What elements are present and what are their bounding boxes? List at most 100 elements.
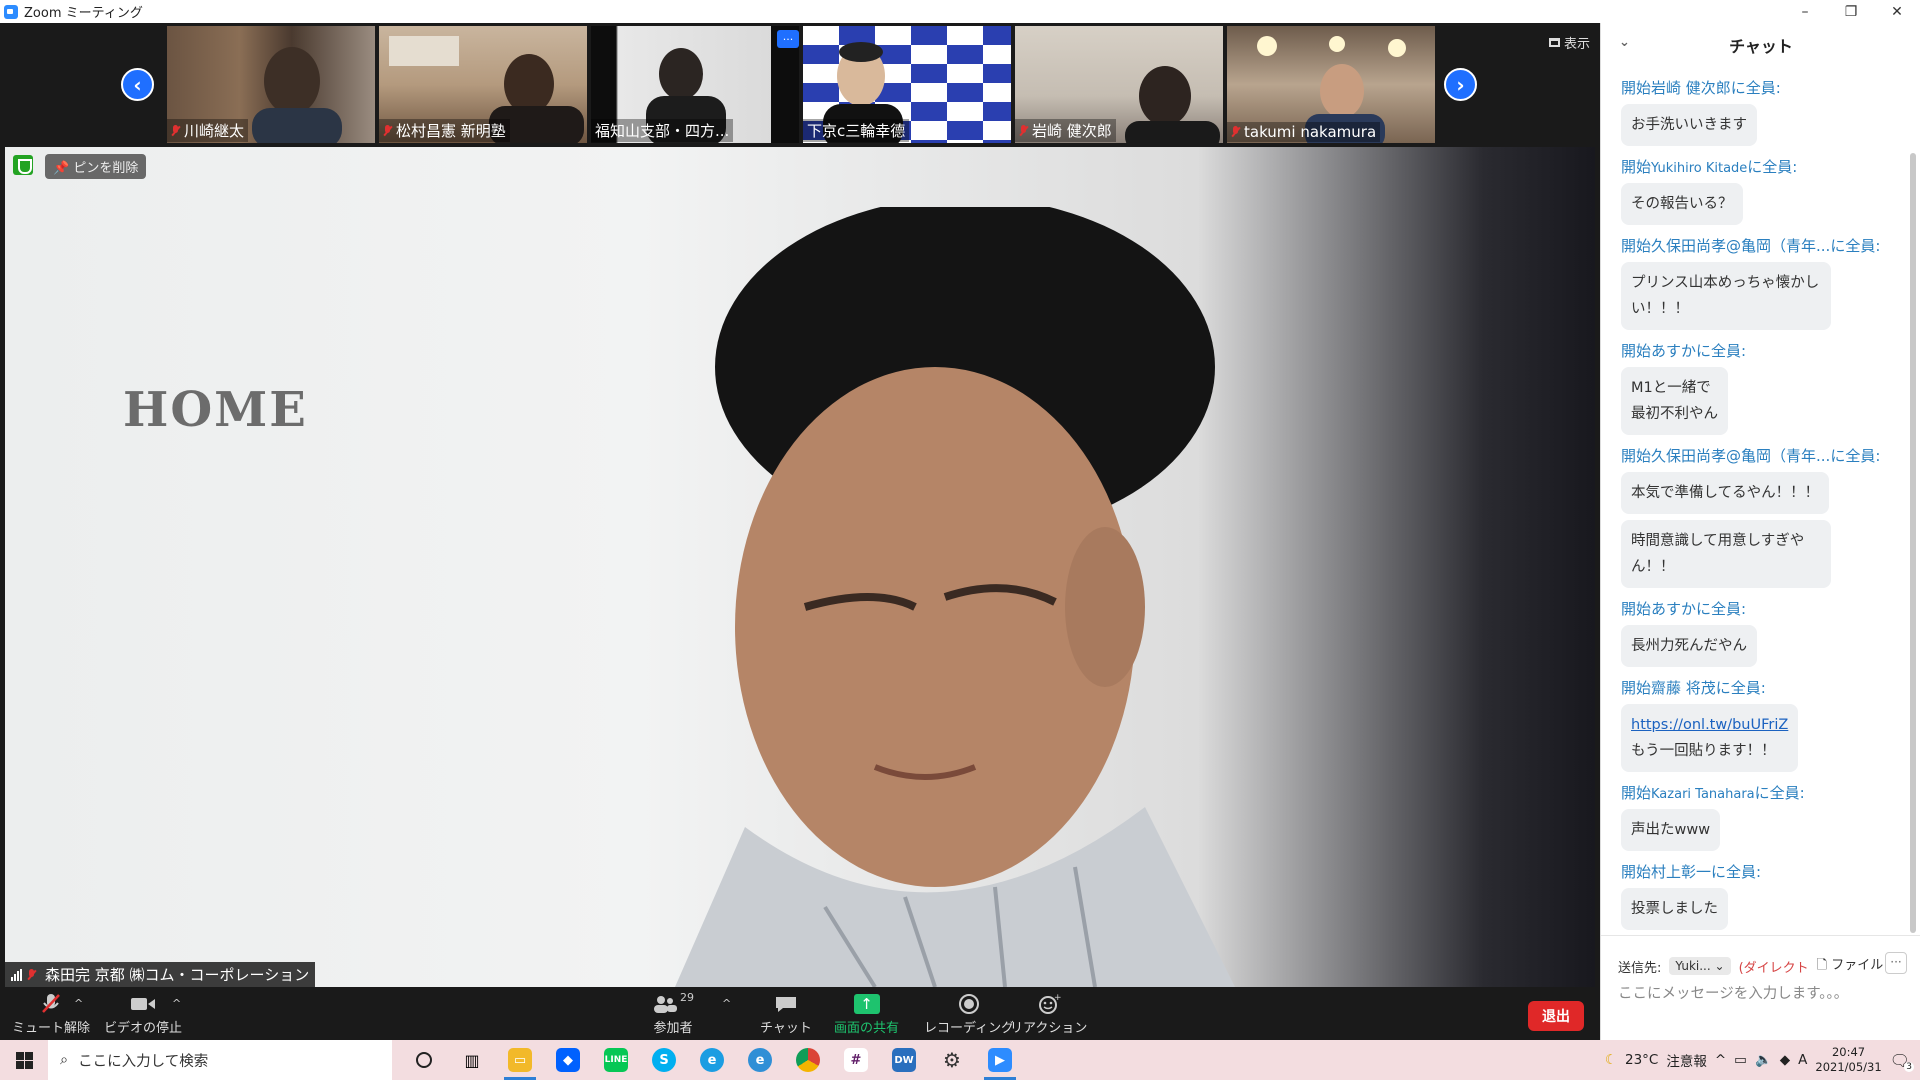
weather-temperature[interactable]: 23°C [1625,1052,1658,1068]
participant-name: 下京c三輪幸德 [803,119,910,142]
chat-message: 開始村上彰一に全員: 投票しました [1621,861,1909,930]
view-button[interactable]: 表示 [1548,33,1590,52]
grid-view-icon [1548,38,1560,47]
participant-thumbnail[interactable]: 岩崎 健次郎 [1015,26,1223,143]
strip-prev-button[interactable]: ‹ [121,68,154,101]
participant-thumbnail[interactable]: 松村昌憲 新明塾 [379,26,587,143]
participant-name: 松村昌憲 新明塾 [379,119,510,142]
chat-sender-line: 開始久保田尚孝@亀岡（青年...に全員: [1621,447,1881,465]
gear-icon: ⚙ [943,1048,961,1072]
line-app-icon: LINE [604,1048,628,1072]
cortana-button[interactable] [400,1040,448,1080]
more-options-button[interactable]: ··· [1885,952,1907,974]
participant-thumbnail[interactable]: 下京c三輪幸德 [803,26,1011,143]
chat-scrollbar[interactable] [1910,153,1916,933]
restore-button[interactable]: ❐ [1828,0,1874,23]
chat-bubble: お手洗いいきます [1621,104,1757,146]
chat-button[interactable]: チャット [760,991,812,1036]
mic-muted-icon [1231,126,1240,138]
volume-icon[interactable]: 🔈 [1755,1052,1772,1068]
chat-bubble: 本気で準備してるやん！！！ [1621,472,1830,514]
security-shield-icon[interactable] [13,155,33,175]
chat-sender-line: 開始岩崎 健次郎に全員: [1621,79,1781,97]
participants-options-caret[interactable]: ^ [722,997,731,1010]
minimize-button[interactable]: – [1782,0,1828,23]
chevron-down-icon: ⌄ [1714,959,1725,973]
chevron-down-icon[interactable]: ⌄ [1619,35,1630,50]
task-view-button[interactable]: ▥ [448,1040,496,1080]
network-icon[interactable]: ▭ [1734,1052,1747,1068]
more-options-button[interactable]: ... [777,30,799,48]
search-icon: ⌕ [60,1052,69,1068]
mic-muted-icon [27,968,36,981]
taskbar-ie[interactable]: e [736,1040,784,1080]
ime-indicator[interactable]: A [1798,1052,1807,1068]
active-speaker-video: HOME 📌 ピンを削除 森田完 京都 ㈱コム・コーポレーション [5,147,1595,987]
taskbar-search-box[interactable]: ⌕ ここに入力して検索 [48,1040,392,1080]
strip-next-button[interactable]: › [1444,68,1477,101]
zoom-app-icon: ▶ [988,1048,1012,1072]
taskbar-skype[interactable]: S [640,1040,688,1080]
taskbar-zoom[interactable]: ▶ [976,1040,1024,1080]
chat-message-list[interactable]: 開始岩崎 健次郎に全員: お手洗いいきます 開始Yukihiro Kitadeに… [1601,67,1909,937]
taskbar-file-explorer[interactable]: ▭ [496,1040,544,1080]
taskbar-line[interactable]: LINE [592,1040,640,1080]
wall-sign-home: HOME [123,382,308,438]
share-screen-icon: ↑ [853,991,880,1017]
file-explorer-icon: ▭ [508,1048,532,1072]
chat-message: 開始あすかに全員: M1と一緒で 最初不利やん [1621,340,1909,435]
dropbox-tray-icon[interactable]: ◆ [1780,1052,1790,1068]
notification-count-badge: 3 [1904,1061,1914,1072]
taskbar-chrome[interactable] [784,1040,832,1080]
chevron-up-icon[interactable]: ^ [1715,1052,1726,1068]
close-button[interactable]: ✕ [1874,0,1920,23]
audio-options-caret[interactable]: ^ [74,997,83,1010]
chat-link[interactable]: https://onl.tw/buUFriZ [1631,717,1788,733]
video-options-caret[interactable]: ^ [172,997,181,1010]
chat-message: 開始岩崎 健次郎に全員: お手洗いいきます [1621,77,1909,146]
taskbar-dropbox[interactable]: ◆ [544,1040,592,1080]
chat-message-input[interactable]: ここにメッセージを入力します。。。 [1618,982,1848,1003]
taskbar-slack[interactable]: # [832,1040,880,1080]
participant-thumbnail[interactable]: 川崎継太 [167,26,375,143]
recipient-select[interactable]: Yuki... ⌄ [1669,957,1731,975]
record-icon [958,991,980,1017]
chat-bubble: 声出たwww [1621,809,1721,851]
weather-alert[interactable]: 注意報 [1666,1050,1707,1070]
leave-meeting-button[interactable]: 退出 [1528,1001,1584,1031]
unpin-button[interactable]: 📌 ピンを削除 [45,154,147,179]
windows-logo-icon [15,1051,33,1069]
taskbar-edge[interactable]: e [688,1040,736,1080]
send-to-row: 送信先: Yuki... ⌄ (ダイレクト 🗋 ファイル [1618,954,1883,978]
participants-icon: 29 [652,991,694,1017]
cortana-circle-icon [416,1052,432,1068]
participant-thumbnail[interactable]: takumi nakamura [1227,26,1435,143]
notification-center-icon[interactable]: 🗨 3 [1890,1051,1914,1072]
taskbar-clock[interactable]: 20:47 2021/05/31 [1815,1045,1881,1075]
participant-name: 福知山支部・四方... [591,119,734,142]
recording-button[interactable]: レコーディング [924,991,1014,1036]
participant-thumbnail[interactable]: 福知山支部・四方... ... [591,26,799,143]
share-screen-button[interactable]: ↑ 画面の共有 [834,991,899,1036]
app-dw-icon: DW [892,1048,916,1072]
participant-name: 岩崎 健次郎 [1015,119,1116,142]
file-button[interactable]: 🗋 ファイル [1817,954,1884,978]
reactions-button[interactable]: + リアクション [1010,991,1087,1036]
chat-sender-line: 開始村上彰一に全員: [1621,863,1762,881]
dropbox-icon: ◆ [556,1048,580,1072]
stop-video-button[interactable]: ビデオの停止 [104,991,182,1036]
participant-count-badge: 29 [680,991,694,1004]
task-view-icon: ▥ [464,1050,480,1070]
taskbar-settings[interactable]: ⚙ [928,1040,976,1080]
chat-compose-area: 送信先: Yuki... ⌄ (ダイレクト 🗋 ファイル ··· ここにメッセー… [1601,935,1920,1040]
windows-taskbar: ⌕ ここに入力して検索 ▥ ▭ ◆ LINE S e e # DW ⚙ ▶ ☾ … [0,1040,1920,1080]
start-button[interactable] [0,1040,48,1080]
chat-message: 開始齋藤 将茂に全員: https://onl.tw/buUFriZ もう一回貼り… [1621,677,1909,772]
mic-muted-icon [40,991,62,1017]
chat-bubble: その報告いる？ [1621,183,1743,225]
smiley-plus-icon: + [1037,991,1061,1017]
participants-button[interactable]: 29 参加者 [652,991,694,1036]
video-camera-icon [130,991,156,1017]
taskbar-dreamweaver[interactable]: DW [880,1040,928,1080]
direct-message-label: (ダイレクト [1738,960,1809,976]
